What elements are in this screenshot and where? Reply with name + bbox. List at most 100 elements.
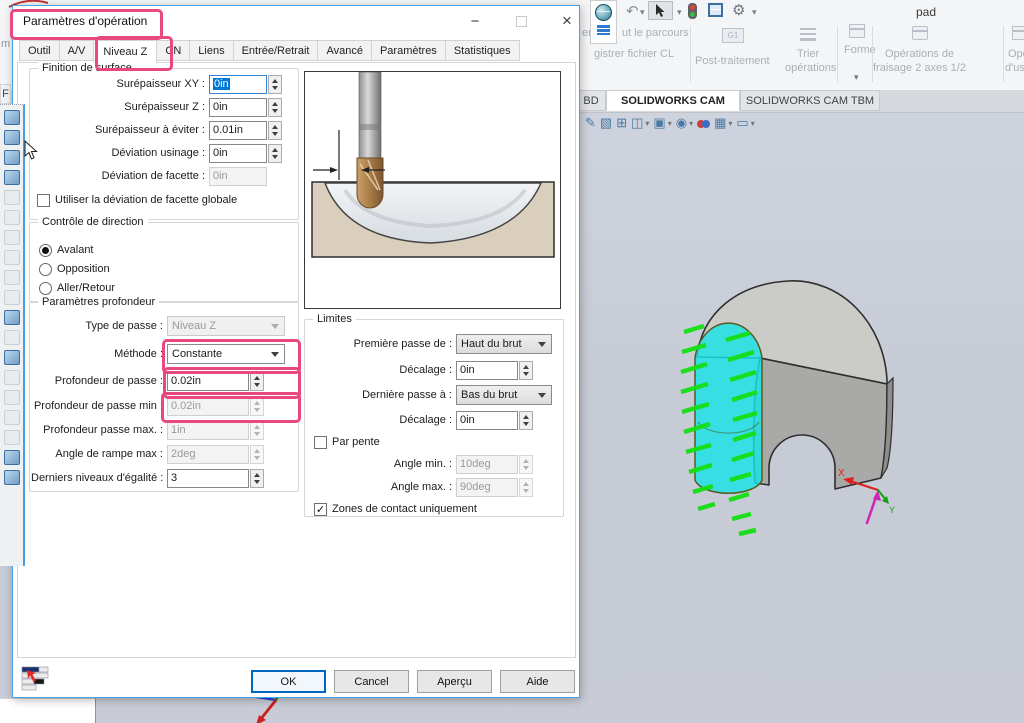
cancel-button[interactable]: Cancel <box>334 670 409 693</box>
cut-depth-spinner[interactable] <box>250 372 264 391</box>
ribbon-machine-line1[interactable]: Opérati <box>1008 48 1024 60</box>
cam-tool-icon-16[interactable] <box>4 410 20 425</box>
field-row: Décalage : 0in <box>312 360 533 380</box>
tab-solidworks-cam-tbm[interactable]: SOLIDWORKS CAM TBM <box>740 90 880 111</box>
allowance-xy-input[interactable]: 0in <box>209 75 267 94</box>
cam-tool-icon-3[interactable] <box>4 150 20 165</box>
display-caret-icon[interactable]: ▾ <box>689 119 693 128</box>
cut-depth-input[interactable]: 0.02in <box>167 372 249 391</box>
allowance-xy-spinner[interactable] <box>268 75 282 94</box>
cam-tool-icon-4[interactable] <box>4 170 20 185</box>
scene-icon[interactable]: ▦ <box>714 115 726 131</box>
ribbon-shape[interactable]: Forme <box>844 44 876 56</box>
close-button[interactable]: × <box>553 10 581 32</box>
last-cut-at-combo[interactable]: Bas du brut <box>456 385 552 405</box>
cam-tool-icon-18[interactable] <box>4 450 20 465</box>
allowance-z-input[interactable]: 0in <box>209 98 267 117</box>
feed-table-icon[interactable] <box>21 664 51 694</box>
ok-button[interactable]: OK <box>251 670 326 693</box>
ribbon-mill-line2[interactable]: fraisage 2 axes 1/2 <box>873 62 966 74</box>
layers-icon[interactable] <box>597 25 610 35</box>
tab-liens[interactable]: Liens <box>189 40 233 61</box>
zoom-icon[interactable]: ◫ <box>631 115 643 131</box>
tab-outil[interactable]: Outil <box>19 40 60 61</box>
contact-zones-checkbox[interactable]: ✓ <box>314 503 327 516</box>
top-offset-spinner[interactable] <box>519 361 533 380</box>
cam-tool-icon-5[interactable] <box>4 190 20 205</box>
tab-parametres[interactable]: Paramètres <box>371 40 446 61</box>
ribbon-simulate-toolpath[interactable]: ut le parcours <box>622 27 689 39</box>
preview-button[interactable]: Aperçu <box>417 670 492 693</box>
ribbon-save-cl-file[interactable]: gistrer fichier CL <box>594 48 674 60</box>
top-offset-input[interactable]: 0in <box>456 361 518 380</box>
section-view-icon[interactable]: ▧ <box>600 115 612 131</box>
tab-solidworks-cam[interactable]: SOLIDWORKS CAM <box>606 90 740 111</box>
tab-statistiques[interactable]: Statistiques <box>445 40 520 61</box>
view-orientation-icon[interactable]: ▣ <box>653 115 665 131</box>
tab-av[interactable]: A/V <box>59 40 95 61</box>
climb-radio[interactable] <box>39 244 52 257</box>
sketch-icon[interactable]: ✎ <box>585 115 596 131</box>
cam-tool-icon-10[interactable] <box>4 290 20 305</box>
gear-icon[interactable]: ⚙ <box>732 1 745 19</box>
display-settings-icon[interactable]: ▭ <box>736 115 748 131</box>
select-tool-button[interactable] <box>648 1 673 20</box>
ribbon-machine-line2[interactable]: d'usinage d <box>1005 62 1024 74</box>
minimize-button[interactable]: − <box>461 10 489 32</box>
tab-bd[interactable]: BD <box>576 90 606 111</box>
gear-caret-icon[interactable]: ▾ <box>752 7 757 18</box>
globe-icon[interactable] <box>595 4 612 21</box>
cam-tool-icon-17[interactable] <box>4 430 20 445</box>
cam-tool-icon-2[interactable] <box>4 130 20 145</box>
select-caret-icon[interactable]: ▾ <box>677 7 682 18</box>
first-cut-from-combo[interactable]: Haut du brut <box>456 334 552 354</box>
display-style-icon[interactable]: ◉ <box>676 115 687 131</box>
tab-avance[interactable]: Avancé <box>317 40 372 61</box>
allowance-z-spinner[interactable] <box>268 98 282 117</box>
cam-tool-icon-6[interactable] <box>4 210 20 225</box>
cam-tool-icon-9[interactable] <box>4 270 20 285</box>
cam-tool-icon-8[interactable] <box>4 250 20 265</box>
ribbon-sort-line2[interactable]: opérations <box>785 62 836 74</box>
shape-caret-icon[interactable]: ▾ <box>854 72 859 83</box>
cam-tool-icon-1[interactable] <box>4 110 20 125</box>
ribbon-post-process[interactable]: Post-traitement <box>695 55 770 67</box>
measure-icon[interactable]: ⊞ <box>616 115 627 131</box>
tab-entree-retrait[interactable]: Entrée/Retrait <box>233 40 319 61</box>
cam-tool-icon-12[interactable] <box>4 330 20 345</box>
cam-tool-icon-15[interactable] <box>4 390 20 405</box>
undo-icon[interactable]: ↶ <box>626 2 639 20</box>
equal-levels-input[interactable]: 3 <box>167 469 249 488</box>
tab-niveau-z[interactable]: Niveau Z <box>93 40 157 63</box>
global-facet-deviation-checkbox[interactable] <box>37 194 50 207</box>
undo-caret-icon[interactable]: ▾ <box>640 7 645 18</box>
tab-cn[interactable]: CN <box>156 40 190 61</box>
zoom-caret-icon[interactable]: ▾ <box>645 119 649 128</box>
zigzag-radio[interactable] <box>39 282 52 295</box>
maximize-button[interactable] <box>507 10 535 32</box>
conventional-radio[interactable] <box>39 263 52 276</box>
cam-tool-icon-14[interactable] <box>4 370 20 385</box>
settings-caret-icon[interactable]: ▾ <box>751 119 755 128</box>
ribbon-sort-line1[interactable]: Trier <box>797 48 819 60</box>
cam-tool-icon-19[interactable] <box>4 470 20 485</box>
machining-deviation-input[interactable]: 0in <box>209 144 267 163</box>
ribbon-mill-line1[interactable]: Opérations de <box>885 48 954 60</box>
bottom-offset-spinner[interactable] <box>519 411 533 430</box>
method-combo[interactable]: Constante <box>167 344 285 364</box>
cam-tool-icon-11[interactable] <box>4 310 20 325</box>
by-slope-checkbox[interactable] <box>314 436 327 449</box>
help-button[interactable]: Aide <box>500 670 575 693</box>
bottom-offset-input[interactable]: 0in <box>456 411 518 430</box>
scene-caret-icon[interactable]: ▾ <box>728 119 732 128</box>
table-icon[interactable] <box>708 3 723 17</box>
cam-tool-icon-13[interactable] <box>4 350 20 365</box>
cam-tool-icon-7[interactable] <box>4 230 20 245</box>
machining-deviation-spinner[interactable] <box>268 144 282 163</box>
avoid-allowance-input[interactable]: 0.01in <box>209 121 267 140</box>
view-caret-icon[interactable]: ▾ <box>668 119 672 128</box>
appearance-spheres-icon[interactable] <box>697 116 710 131</box>
traffic-light-icon[interactable] <box>688 3 697 19</box>
avoid-allowance-spinner[interactable] <box>268 121 282 140</box>
equal-levels-spinner[interactable] <box>250 469 264 488</box>
